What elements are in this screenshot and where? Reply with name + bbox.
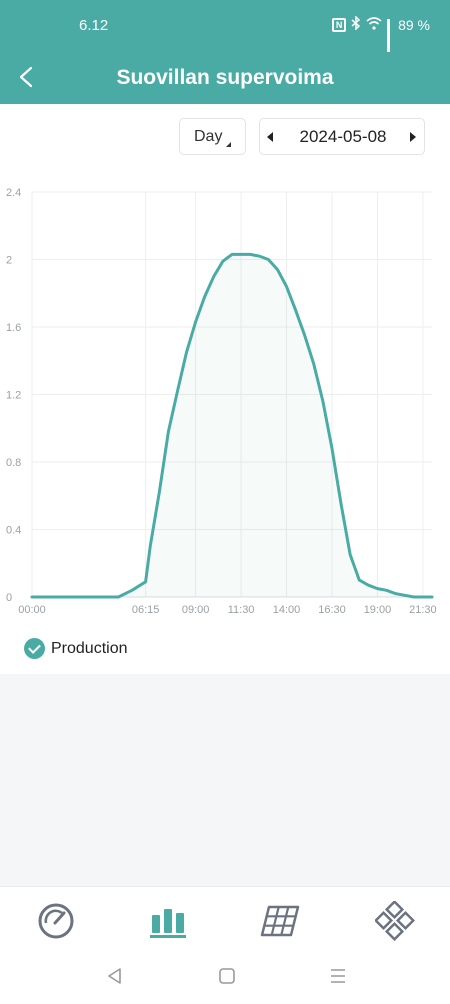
system-back-icon[interactable] [105, 966, 125, 986]
date-value[interactable]: 2024-05-08 [260, 127, 426, 147]
y-tick-label: 0.4 [6, 525, 21, 537]
y-tick-label: 1.2 [6, 390, 21, 402]
nfc-icon: N [332, 17, 347, 32]
period-select[interactable]: Day [179, 118, 246, 155]
caret-down-icon [226, 142, 231, 147]
grid-diamond-icon [373, 899, 416, 942]
system-home-icon[interactable] [217, 966, 237, 986]
system-nav-bar [0, 952, 450, 1004]
production-chart-svg: 0 0.4 0.8 1.2 1.6 2 2.4 00:00 06:15 09:00 11:30 14:… [6, 187, 437, 616]
app-header: 6.12 N 89 % Suovillan supervoima [0, 0, 450, 104]
x-tick-label: 06:15 [132, 604, 160, 616]
x-tick-label: 19:00 [364, 604, 392, 616]
solar-panel-icon [260, 905, 300, 937]
bottom-tab-bar [0, 886, 450, 952]
y-tick-label: 0.8 [6, 457, 21, 469]
date-navigator: 2024-05-08 [259, 118, 425, 155]
y-tick-label: 1.6 [6, 322, 21, 334]
y-tick-label: 0 [6, 592, 12, 604]
status-time: 6.12 [79, 17, 109, 34]
gauge-icon [38, 903, 74, 939]
x-tick-label: 11:30 [228, 604, 255, 616]
x-tick-label: 16:30 [318, 604, 346, 616]
production-chart: 0 0.4 0.8 1.2 1.6 2 2.4 00:00 06:15 09:00 11:30 14:… [0, 180, 450, 620]
x-tick-label: 14:00 [273, 604, 301, 616]
bluetooth-icon [351, 15, 361, 33]
signal-icon [387, 18, 391, 52]
content-empty-area [0, 674, 450, 886]
battery-percent: 89 % [398, 16, 430, 33]
check-circle-icon [24, 638, 45, 659]
bar-chart-icon [150, 909, 186, 938]
tab-panels[interactable] [260, 901, 300, 941]
system-menu-icon[interactable] [328, 966, 348, 986]
x-tick-label: 09:00 [182, 604, 210, 616]
page-title: Suovillan supervoima [116, 66, 334, 89]
y-tick-label: 2.4 [6, 187, 21, 199]
x-tick-label: 00:00 [18, 604, 46, 616]
tab-dashboard[interactable] [36, 901, 76, 941]
tab-devices[interactable] [373, 899, 416, 942]
legend-item-production[interactable]: Production [24, 638, 128, 659]
series-area [32, 254, 432, 597]
next-date-icon[interactable] [410, 132, 416, 142]
legend-label: Production [51, 639, 128, 657]
tab-statistics[interactable] [148, 901, 188, 941]
chart-controls: Day 2024-05-08 [0, 118, 450, 156]
y-tick-label: 2 [6, 255, 12, 267]
status-bar: 6.12 N 89 % [0, 0, 450, 52]
wifi-icon [366, 16, 382, 33]
x-tick-label: 21:30 [409, 604, 437, 616]
status-icons: N 89 % [332, 15, 430, 52]
period-select-value: Day [194, 128, 223, 145]
